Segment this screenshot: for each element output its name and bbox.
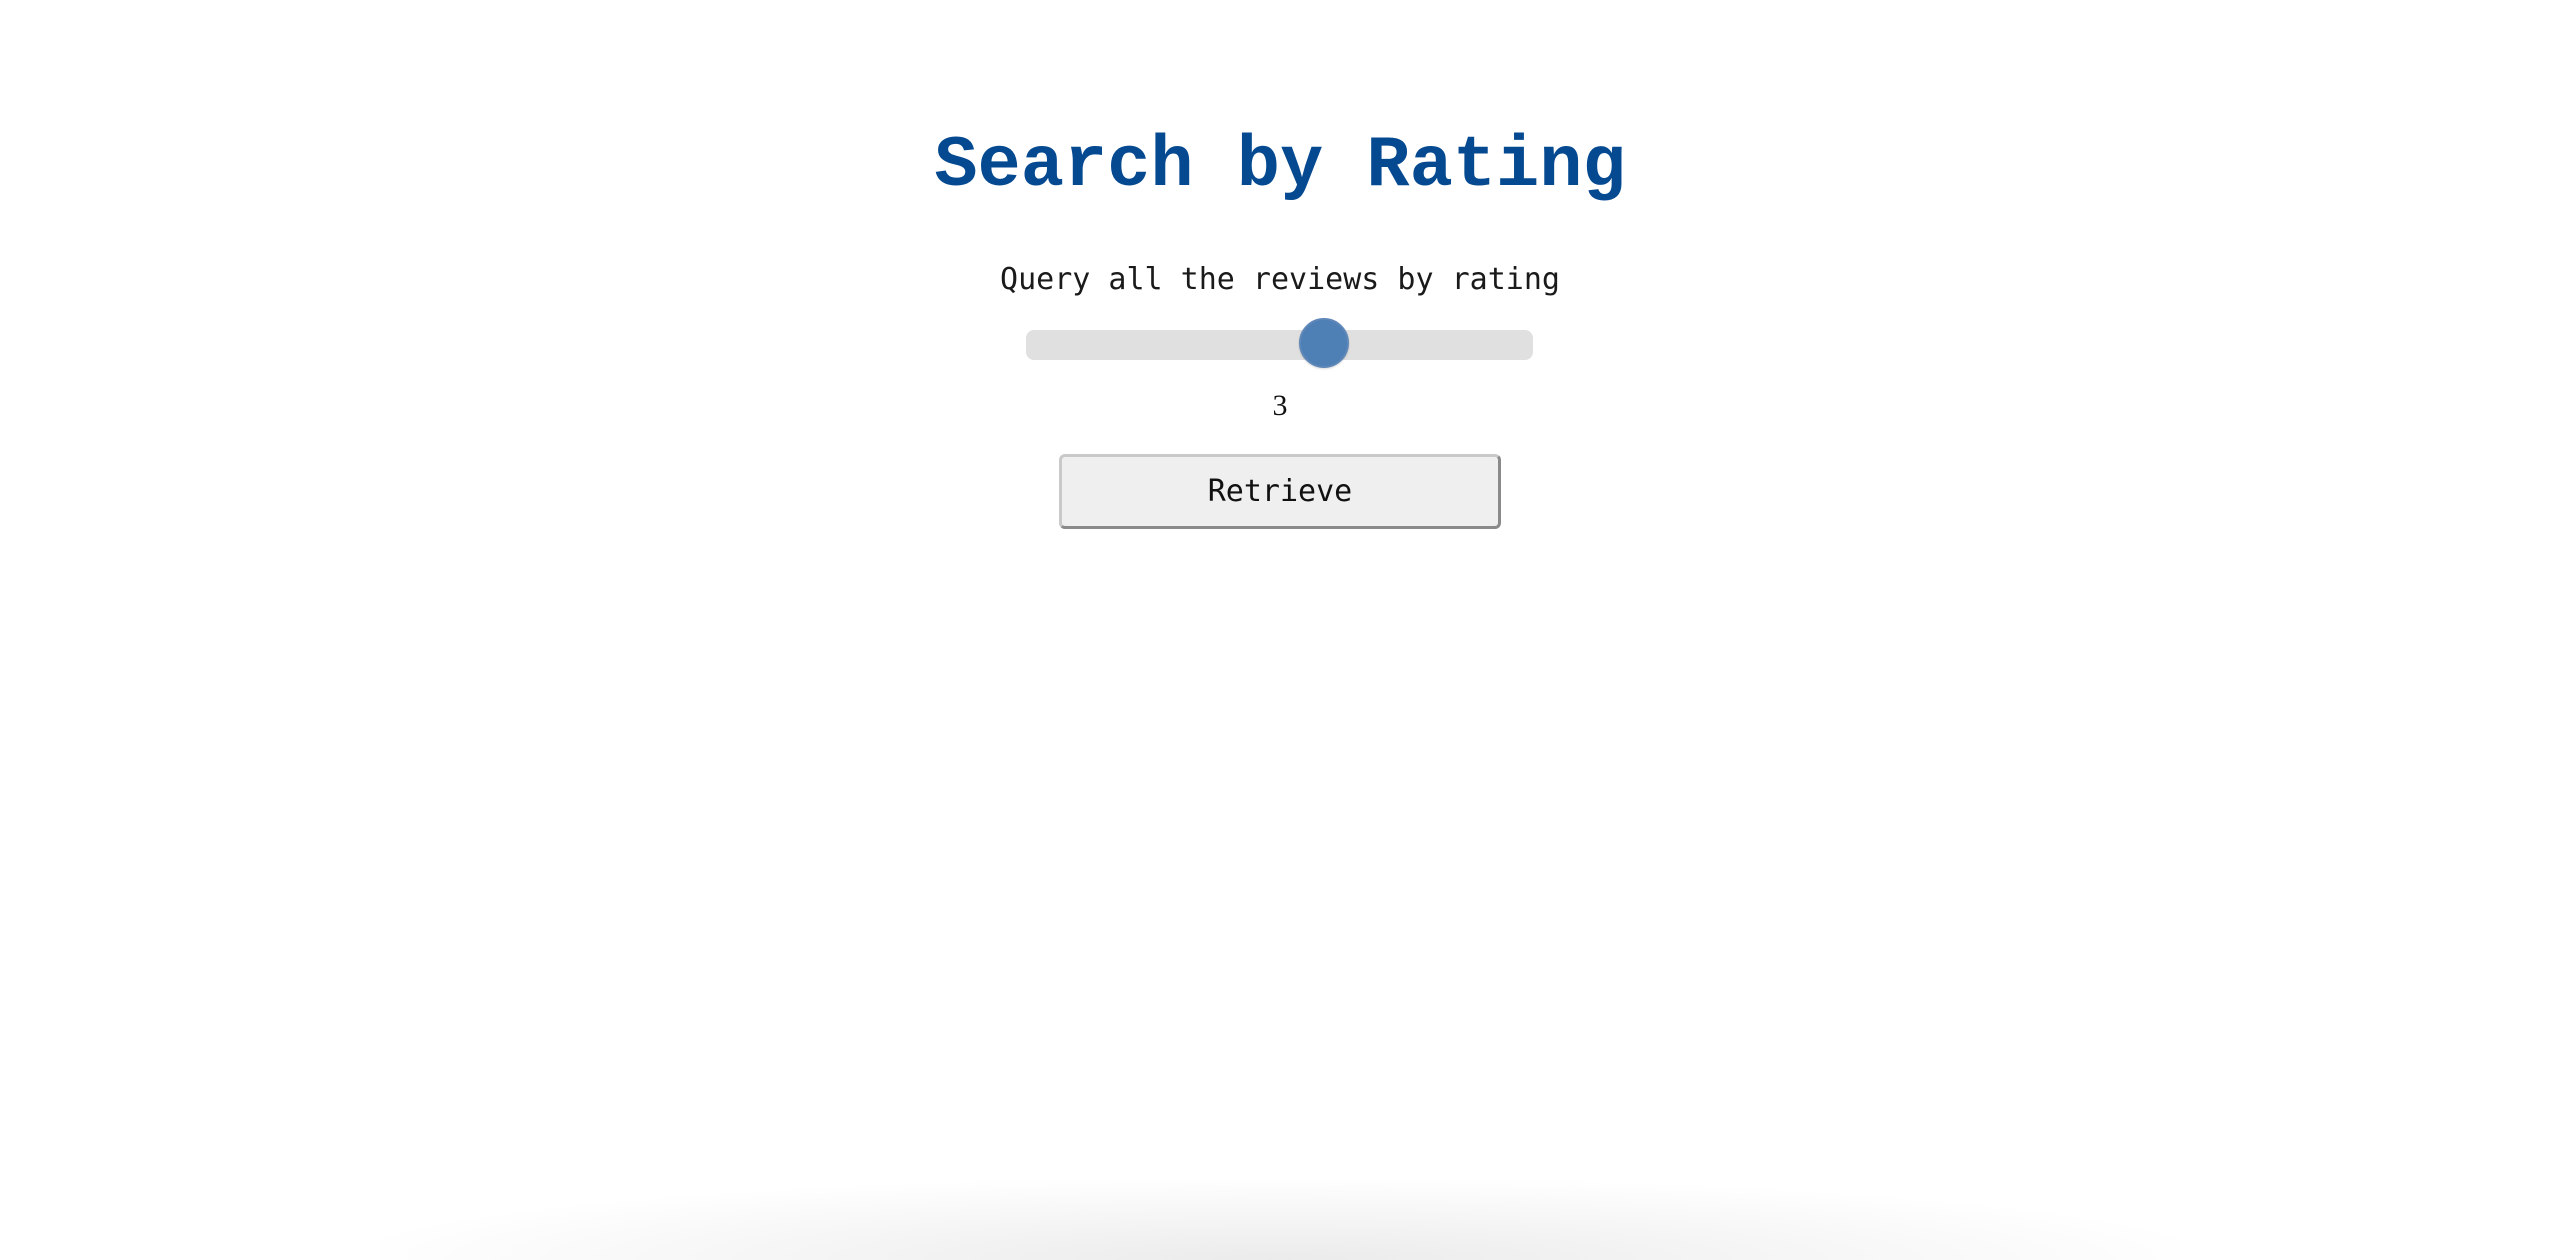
rating-value: 3	[1272, 389, 1288, 422]
page-subtitle: Query all the reviews by rating	[1000, 262, 1560, 297]
bottom-shadow	[380, 1180, 2180, 1260]
slider-track[interactable]	[1026, 330, 1533, 360]
retrieve-button[interactable]: Retrieve	[1059, 454, 1501, 529]
page-title: Search by Rating	[934, 125, 1626, 207]
slider-thumb[interactable]	[1299, 318, 1350, 368]
rating-slider[interactable]	[1026, 314, 1533, 374]
page: Search by Rating Query all the reviews b…	[0, 0, 2560, 1260]
